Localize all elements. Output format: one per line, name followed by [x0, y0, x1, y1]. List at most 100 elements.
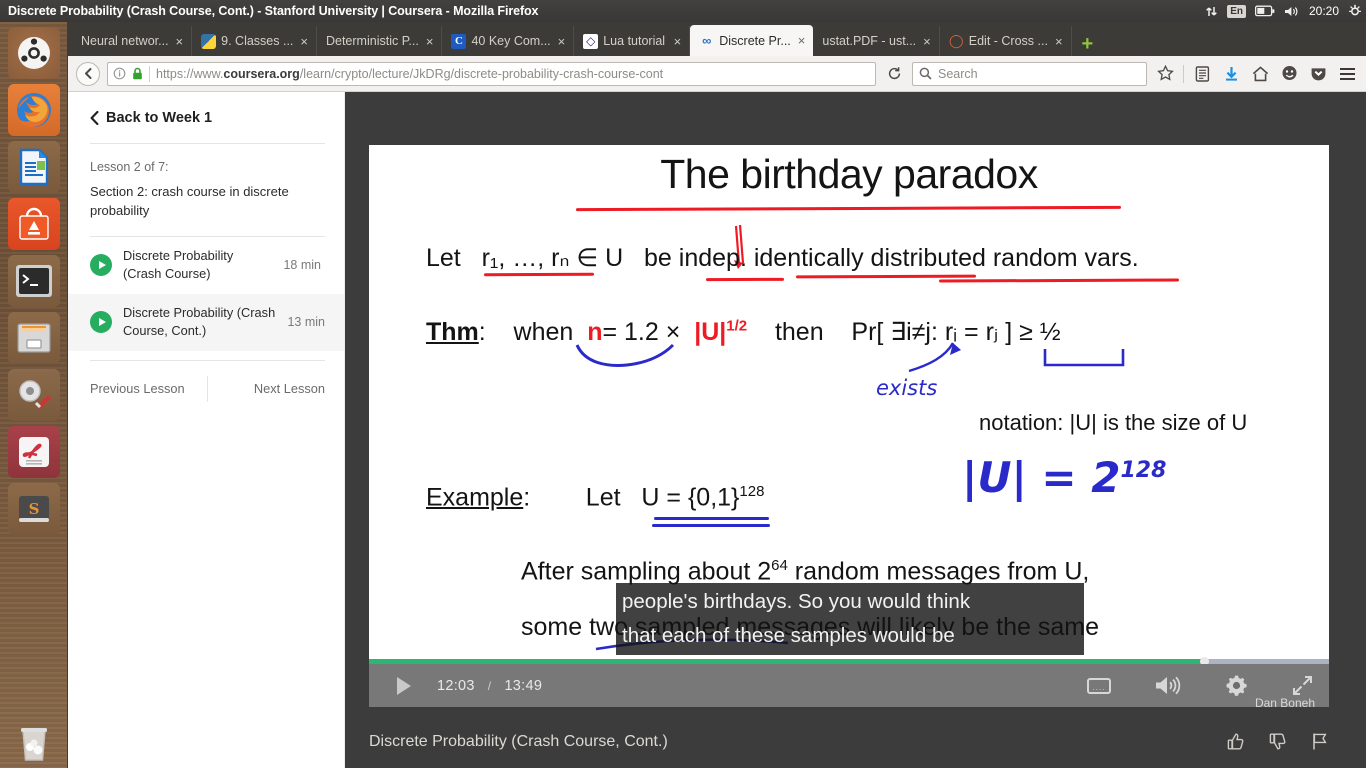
video-controls: 12:03/13:49 .... Dan Boneh — [369, 664, 1329, 707]
battery-icon[interactable] — [1254, 5, 1275, 17]
gear-icon[interactable] — [1225, 674, 1248, 697]
keyboard-layout-indicator[interactable]: En — [1227, 4, 1246, 18]
flag-icon[interactable] — [1311, 732, 1329, 751]
tab-close-icon[interactable]: × — [672, 35, 684, 48]
launcher-item-ubuntu-dash[interactable] — [7, 27, 60, 79]
tab-label: Lua tutorial — [603, 34, 666, 48]
terminal-icon — [15, 265, 52, 297]
tab-close-icon[interactable]: × — [556, 35, 568, 48]
divider — [207, 375, 208, 402]
padlock-icon[interactable] — [132, 67, 143, 80]
video-player[interactable]: The birthday paradox Let r₁, …, rₙ ∈ U b… — [369, 145, 1329, 707]
launcher-item-terminal[interactable] — [7, 255, 60, 307]
pdf-document-icon — [18, 437, 49, 467]
volume-icon[interactable] — [1284, 5, 1300, 18]
download-arrow-icon[interactable] — [1220, 63, 1242, 85]
video-area: The birthday paradox Let r₁, …, rₙ ∈ U b… — [345, 92, 1366, 768]
system-tray: En 20:20 — [1205, 0, 1362, 22]
clock[interactable]: 20:20 — [1309, 4, 1339, 18]
lecture-item-current[interactable]: Discrete Probability (Crash Course, Cont… — [68, 293, 345, 351]
coursera-icon: ∞ — [702, 33, 712, 48]
video-actions — [1227, 732, 1329, 751]
star-icon[interactable] — [1154, 63, 1176, 85]
lecture-title: Discrete Probability (Crash Course) — [123, 247, 234, 282]
total-time: 13:49 — [504, 677, 543, 694]
browser-tab[interactable]: Deterministic P... × — [317, 26, 443, 56]
browser-tab[interactable]: ◯ Edit - Cross ... × — [940, 26, 1072, 56]
lesson-counter: Lesson 2 of 7: — [90, 160, 169, 174]
play-circle-icon — [90, 311, 112, 334]
next-lesson-link[interactable]: Next Lesson — [222, 381, 325, 396]
launcher-item-libreoffice-writer[interactable] — [7, 141, 60, 193]
thumbs-up-icon[interactable] — [1227, 732, 1246, 751]
launcher-item-trash[interactable] — [8, 717, 60, 768]
url-bar[interactable]: https://www.coursera.org/learn/crypto/le… — [107, 61, 876, 86]
library-icon[interactable] — [1191, 63, 1213, 85]
launcher-item-file-manager[interactable] — [7, 312, 60, 364]
closed-captions-icon[interactable]: .... — [1087, 677, 1111, 694]
tab-close-icon[interactable]: × — [174, 35, 186, 48]
tab-label: 40 Key Com... — [471, 34, 551, 48]
trash-bin-icon — [21, 728, 47, 761]
hamburger-menu-icon[interactable] — [1336, 63, 1358, 85]
browser-tab-active[interactable]: ∞ Discrete Pr... × — [690, 25, 814, 56]
browser-tab[interactable]: ustat.PDF - ust... × — [813, 26, 940, 56]
toolbar-divider — [1183, 64, 1184, 83]
tab-label: 9. Classes ... — [221, 34, 294, 48]
firefox-icon — [16, 93, 51, 127]
example-underline-annotation — [654, 517, 769, 520]
launcher-item-firefox[interactable] — [7, 84, 60, 136]
play-icon[interactable] — [397, 676, 411, 695]
lecture-item[interactable]: Discrete Probability (Crash Course) 18 m… — [90, 237, 325, 294]
tab-bar: Neural networ... × 9. Classes ... × Dete… — [68, 22, 1366, 56]
ubuntu-logo-icon — [17, 37, 50, 69]
coursera-page: Back to Week 1 Lesson 2 of 7: Section 2:… — [68, 92, 1366, 768]
browser-tab[interactable]: ◇ Lua tutorial × — [574, 26, 691, 56]
pocket-shield-icon[interactable] — [1307, 63, 1329, 85]
search-bar[interactable]: Search — [912, 61, 1147, 86]
tab-close-icon[interactable]: × — [424, 35, 436, 48]
back-to-week-link[interactable]: Back to Week 1 — [90, 110, 325, 126]
smiley-icon[interactable] — [1278, 63, 1300, 85]
tab-close-icon[interactable]: × — [1053, 35, 1065, 48]
tab-close-icon[interactable]: × — [796, 34, 808, 47]
tab-close-icon[interactable]: × — [298, 35, 310, 48]
new-tab-button[interactable]: + — [1072, 34, 1104, 56]
fullscreen-icon[interactable] — [1292, 675, 1313, 696]
tab-label: Deterministic P... — [325, 34, 419, 48]
network-updown-icon[interactable] — [1205, 5, 1218, 18]
previous-lesson-link[interactable]: Previous Lesson — [90, 381, 193, 396]
back-arrow-icon[interactable] — [76, 61, 100, 86]
slide-random-vars: r₁, …, rₙ ∈ U — [481, 244, 624, 272]
document-icon — [19, 148, 48, 186]
search-placeholder: Search — [938, 66, 978, 81]
browser-tab[interactable]: 9. Classes ... × — [192, 26, 317, 56]
back-to-week-label: Back to Week 1 — [106, 110, 213, 126]
edit-ring-icon: ◯ — [948, 33, 964, 48]
url-text: https://www.coursera.org/learn/crypto/le… — [156, 66, 664, 81]
reload-icon[interactable] — [883, 63, 905, 85]
unity-launcher: S — [0, 22, 68, 768]
slide-body-line-1: After sampling about 264 random messages… — [521, 557, 1090, 586]
video-subtitle-overlay: people's birthdays. So you would think t… — [616, 583, 1084, 655]
gear-wrench-icon — [18, 380, 51, 409]
thumbs-down-icon[interactable] — [1269, 732, 1288, 751]
launcher-item-sublime-text[interactable]: S — [7, 483, 60, 535]
page-info-icon[interactable] — [113, 67, 126, 80]
slide-line-let: Let r₁, …, rₙ ∈ U be indep. identically … — [426, 244, 1139, 272]
lua-moon-icon: ◇ — [583, 33, 599, 49]
launcher-item-system-settings[interactable] — [7, 369, 60, 421]
lesson-sidebar: Back to Week 1 Lesson 2 of 7: Section 2:… — [68, 92, 345, 768]
url-divider — [149, 65, 150, 82]
browser-tab[interactable]: C 40 Key Com... × — [442, 26, 575, 56]
home-icon[interactable] — [1249, 63, 1271, 85]
section-title: Section 2: crash course in discrete prob… — [90, 184, 289, 218]
thm-n-symbol: n — [587, 318, 603, 346]
browser-tab[interactable]: Neural networ... × — [72, 26, 193, 56]
navigation-toolbar: https://www.coursera.org/learn/crypto/le… — [68, 56, 1366, 92]
tab-close-icon[interactable]: × — [921, 35, 933, 48]
launcher-item-pdf-reader[interactable] — [7, 426, 60, 478]
launcher-item-ubuntu-software[interactable] — [7, 198, 60, 250]
volume-icon[interactable] — [1155, 675, 1181, 696]
power-gear-icon[interactable] — [1348, 4, 1362, 18]
